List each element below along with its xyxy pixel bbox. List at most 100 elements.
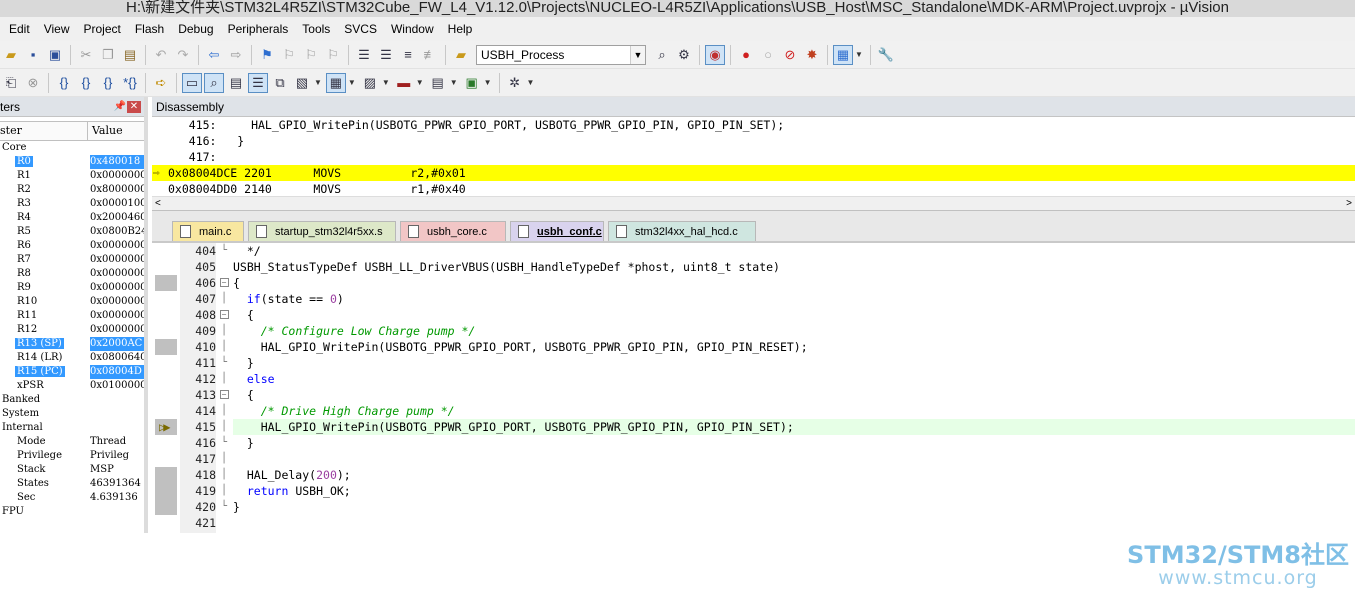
code-coverage-marker[interactable]: [155, 275, 177, 291]
register-row[interactable]: Stack MSP: [0, 463, 144, 477]
register-value[interactable]: 0x0000000: [90, 281, 144, 295]
code-coverage-marker[interactable]: [155, 259, 177, 275]
code-line[interactable]: 410 │ HAL_GPIO_WritePin(USBOTG_PPWR_GPIO_…: [152, 339, 1355, 355]
scroll-left-icon[interactable]: <: [155, 198, 161, 209]
fold-toggle-icon[interactable]: −: [218, 387, 230, 403]
analysis-window-icon[interactable]: ▬: [394, 73, 414, 93]
code-coverage-marker[interactable]: [155, 339, 177, 355]
indent-icon[interactable]: ☰: [354, 45, 374, 65]
register-row[interactable]: R3 0x0000100: [0, 197, 144, 211]
menu-flash[interactable]: Flash: [128, 17, 171, 41]
save-all-icon[interactable]: ▣: [45, 45, 65, 65]
uncomment-icon[interactable]: ≢: [420, 45, 440, 65]
step-over-icon[interactable]: {}: [76, 73, 96, 93]
code-line[interactable]: 418 │ HAL_Delay(200);: [152, 467, 1355, 483]
trace-window-icon[interactable]: ▤: [428, 73, 448, 93]
register-row[interactable]: R9 0x0000000: [0, 281, 144, 295]
register-value[interactable]: 0x0000000: [90, 253, 144, 267]
step-out-icon[interactable]: {}: [98, 73, 118, 93]
stop-icon[interactable]: ⊗: [23, 73, 43, 93]
disassembly-line[interactable]: 415: HAL_GPIO_WritePin(USBOTG_PPWR_GPIO_…: [152, 117, 1355, 133]
command-window-icon[interactable]: ▭: [182, 72, 202, 93]
register-value[interactable]: 0x0000000: [90, 267, 144, 281]
menu-debug[interactable]: Debug: [171, 17, 220, 41]
register-value[interactable]: [90, 505, 144, 519]
save-icon[interactable]: ▪: [23, 45, 43, 65]
redo-icon[interactable]: ↷: [173, 45, 193, 65]
clear-bookmarks-icon[interactable]: ⚐: [323, 45, 343, 65]
register-row[interactable]: Privilege Privileg: [0, 449, 144, 463]
insert-breakpoint-icon[interactable]: ●: [736, 45, 756, 65]
function-combo[interactable]: USBH_Process ▼: [476, 44, 646, 65]
step-into-icon[interactable]: {}: [54, 73, 74, 93]
editor-tab[interactable]: usbh_conf.c: [510, 221, 604, 241]
next-bookmark-icon[interactable]: ⚐: [301, 45, 321, 65]
scroll-right-icon[interactable]: >: [1346, 197, 1352, 211]
register-row[interactable]: Internal: [0, 421, 144, 435]
register-row[interactable]: R8 0x0000000: [0, 267, 144, 281]
code-coverage-marker[interactable]: ▷▶: [155, 419, 177, 435]
chevron-down-icon[interactable]: ▼: [382, 78, 390, 87]
code-coverage-marker[interactable]: [155, 291, 177, 307]
menu-svcs[interactable]: SVCS: [337, 17, 384, 41]
code-coverage-marker[interactable]: [155, 499, 177, 515]
register-row[interactable]: R12 0x0000000: [0, 323, 144, 337]
disassembly-line[interactable]: 0x08004DD0 2140 MOVS r1,#0x40: [152, 181, 1355, 197]
code-coverage-marker[interactable]: [155, 451, 177, 467]
cut-icon[interactable]: ✂: [76, 45, 96, 65]
register-value[interactable]: 0x480018: [90, 155, 144, 169]
code-coverage-marker[interactable]: [155, 355, 177, 371]
register-value[interactable]: MSP: [90, 463, 144, 477]
value-column[interactable]: Value: [88, 122, 144, 140]
register-value[interactable]: [90, 421, 144, 435]
nav-forward-icon[interactable]: ⇨: [226, 45, 246, 65]
copy-icon[interactable]: ❐: [98, 45, 118, 65]
disassembly-line[interactable]: ⇨ 0x08004DCE 2201 MOVS r2,#0x01: [152, 165, 1355, 181]
register-value[interactable]: Thread: [90, 435, 144, 449]
register-value[interactable]: 0x8000000: [90, 183, 144, 197]
code-line[interactable]: ▷▶ 415 │ HAL_GPIO_WritePin(USBOTG_PPWR_GPI…: [152, 419, 1355, 435]
menu-project[interactable]: Project: [76, 17, 127, 41]
register-row[interactable]: xPSR 0x0100000: [0, 379, 144, 393]
code-line[interactable]: 413− {: [152, 387, 1355, 403]
code-line[interactable]: 408− {: [152, 307, 1355, 323]
disassembly-window-icon[interactable]: ⌕: [204, 72, 224, 93]
register-value[interactable]: 0x08004D: [90, 365, 144, 379]
code-line[interactable]: 421: [152, 515, 1355, 531]
find-in-files-icon[interactable]: ▰: [451, 45, 471, 65]
register-value[interactable]: 0x0000000: [90, 309, 144, 323]
chevron-down-icon[interactable]: ▼: [314, 78, 322, 87]
register-value[interactable]: 0x2000AC: [90, 337, 144, 351]
nav-back-icon[interactable]: ⇦: [204, 45, 224, 65]
open-icon[interactable]: ▰: [1, 45, 21, 65]
editor-tab[interactable]: stm32l4xx_hal_hcd.c: [608, 221, 756, 241]
menu-tools[interactable]: Tools: [295, 17, 337, 41]
code-coverage-marker[interactable]: [155, 435, 177, 451]
chevron-down-icon[interactable]: ▼: [855, 50, 863, 59]
system-viewer-icon[interactable]: ▣: [462, 73, 482, 93]
register-row[interactable]: R11 0x0000000: [0, 309, 144, 323]
chevron-down-icon[interactable]: ▼: [450, 78, 458, 87]
close-icon[interactable]: ✕: [127, 100, 141, 113]
chevron-down-icon[interactable]: ▼: [630, 45, 645, 64]
register-row[interactable]: States 46391364: [0, 477, 144, 491]
find-icon[interactable]: ⌕: [652, 45, 672, 65]
code-coverage-marker[interactable]: [155, 323, 177, 339]
paste-icon[interactable]: ▤: [120, 45, 140, 65]
symbols-window-icon[interactable]: ▤: [226, 73, 246, 93]
chevron-down-icon[interactable]: ▼: [527, 78, 535, 87]
register-value[interactable]: 0x0000000: [90, 169, 144, 183]
register-row[interactable]: R14 (LR) 0x0800640: [0, 351, 144, 365]
code-coverage-marker[interactable]: [155, 371, 177, 387]
debug-session-icon[interactable]: ◉: [705, 44, 725, 65]
memory-window-icon[interactable]: ▦: [325, 72, 346, 93]
prev-bookmark-icon[interactable]: ⚐: [279, 45, 299, 65]
chevron-down-icon[interactable]: ▼: [348, 78, 356, 87]
register-value[interactable]: 0x0800640: [90, 351, 144, 365]
code-coverage-marker[interactable]: [155, 243, 177, 259]
code-line[interactable]: 412 │ else: [152, 371, 1355, 387]
menu-window[interactable]: Window: [384, 17, 441, 41]
register-row[interactable]: Banked: [0, 393, 144, 407]
register-row[interactable]: R6 0x0000000: [0, 239, 144, 253]
menu-peripherals[interactable]: Peripherals: [221, 17, 296, 41]
